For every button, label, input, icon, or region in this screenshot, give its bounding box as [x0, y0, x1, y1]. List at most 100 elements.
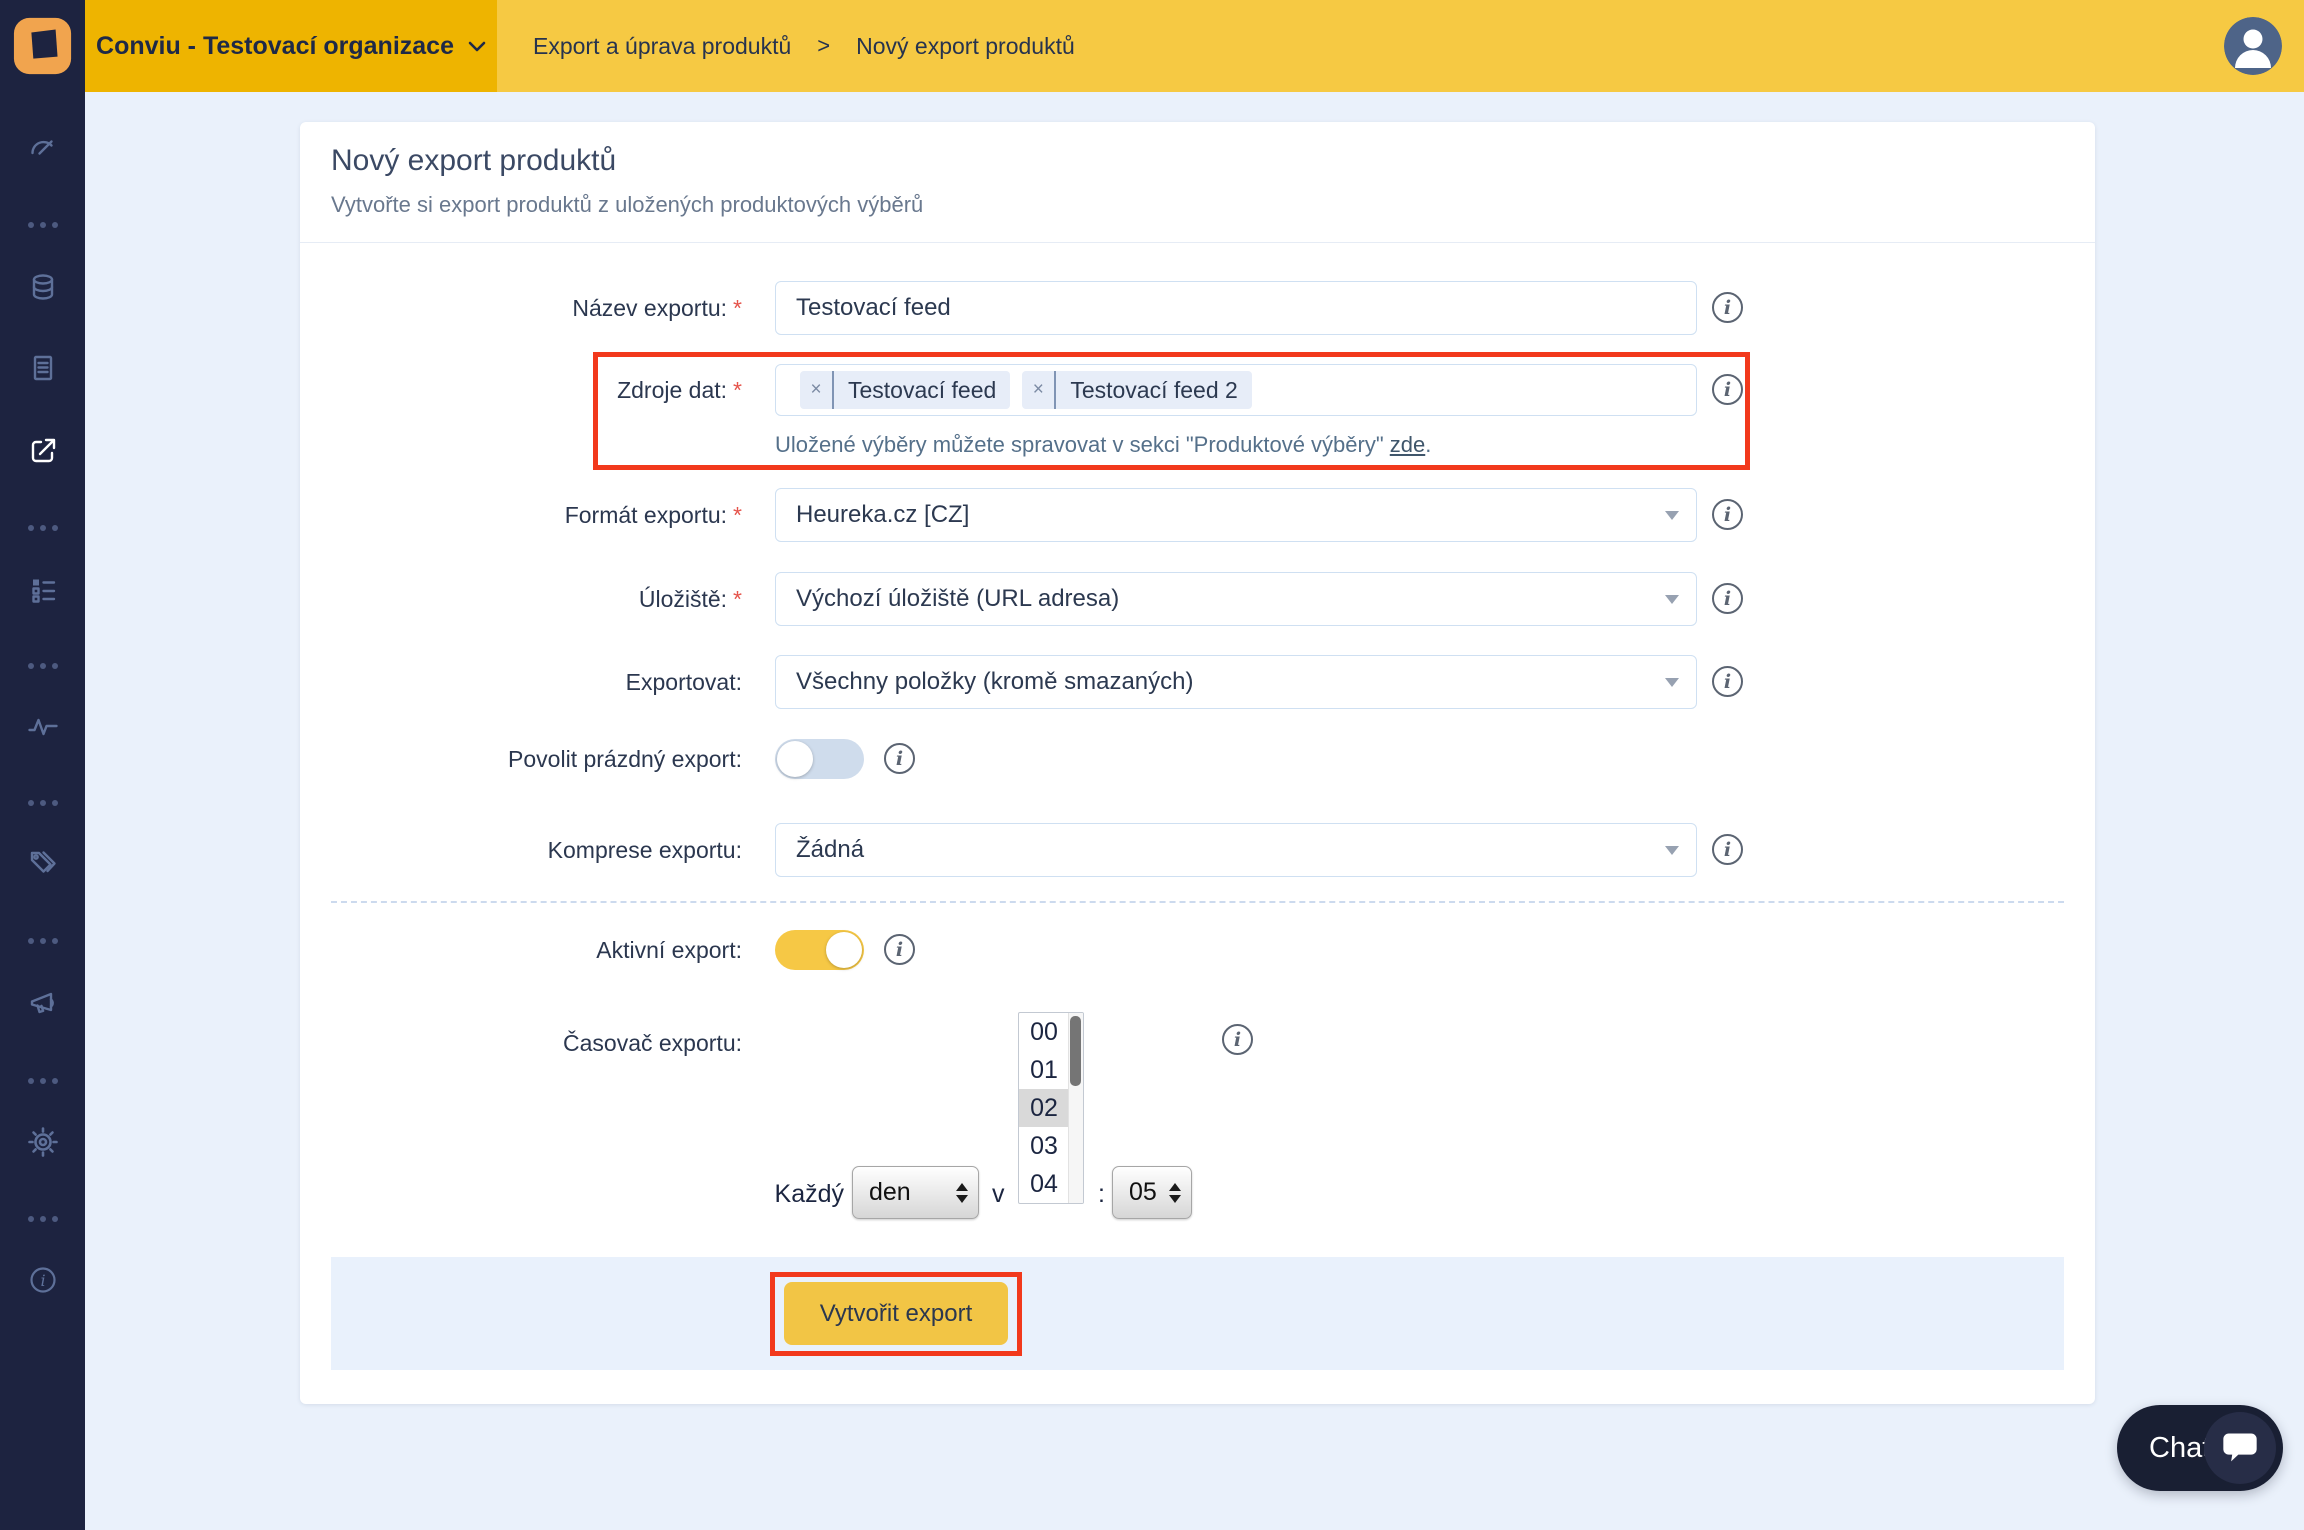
sidebar-item-documents[interactable] [0, 346, 85, 390]
chat-bubble-icon [2220, 1429, 2260, 1467]
section-divider [331, 901, 2064, 903]
label-nazev-exportu: Název exportu:* [342, 295, 742, 322]
remove-tag-icon[interactable]: × [1022, 371, 1054, 409]
share-export-icon [25, 433, 61, 469]
ellipsis-icon [28, 1216, 58, 1222]
info-icon[interactable]: i [884, 743, 915, 774]
chat-widget[interactable]: Chat [2117, 1405, 2283, 1491]
label-aktivni-export: Aktivní export: [342, 937, 742, 964]
info-icon[interactable]: i [1222, 1024, 1253, 1055]
label-exportovat: Exportovat: [342, 669, 742, 696]
sidebar-ellipsis [0, 203, 85, 247]
active-export-toggle[interactable] [775, 930, 864, 970]
database-icon [25, 269, 61, 305]
interval-select[interactable]: den [852, 1166, 979, 1219]
toggle-knob [777, 741, 813, 777]
listbox-scrollbar[interactable] [1068, 1013, 1083, 1203]
dropdown-caret-icon [1665, 846, 1679, 855]
breadcrumb-item-parent[interactable]: Export a úprava produktů [533, 33, 791, 60]
allow-empty-export-toggle[interactable] [775, 739, 864, 779]
sidebar-ellipsis [0, 1197, 85, 1241]
tags-icon [25, 846, 61, 882]
chevron-down-icon [468, 41, 486, 52]
scrollbar-thumb[interactable] [1070, 1016, 1081, 1086]
org-name: Conviu - Testovací organizace [96, 32, 454, 61]
sidebar-item-settings[interactable] [0, 1120, 85, 1164]
sidebar-item-export-active[interactable] [0, 429, 85, 473]
storage-select[interactable]: Výchozí úložiště (URL adresa) [775, 572, 1697, 626]
sidebar-item-selections[interactable] [0, 568, 85, 612]
hour-option[interactable]: 00 [1019, 1013, 1069, 1051]
megaphone-icon [25, 986, 61, 1022]
sidebar-ellipsis [0, 506, 85, 550]
user-avatar[interactable] [2224, 17, 2282, 75]
conviu-logo-icon [12, 15, 74, 77]
info-icon[interactable]: i [1712, 666, 1743, 697]
sidebar-item-info[interactable]: i [0, 1258, 85, 1302]
label-zdroje-dat: Zdroje dat:* [342, 377, 742, 404]
info-icon[interactable]: i [1712, 583, 1743, 614]
stepper-arrows-icon [956, 1183, 968, 1203]
info-icon[interactable]: i [1712, 499, 1743, 530]
sidebar-item-tags[interactable] [0, 842, 85, 886]
org-switcher[interactable]: Conviu - Testovací organizace [85, 0, 497, 92]
app-logo[interactable] [0, 0, 85, 92]
export-name-input[interactable] [775, 281, 1697, 335]
breadcrumb: Export a úprava produktů > Nový export p… [533, 33, 1075, 60]
dropdown-caret-icon [1665, 595, 1679, 604]
label-povolit-prazdny-export: Povolit prázdný export: [342, 746, 742, 773]
required-marker: * [733, 377, 742, 403]
tag-label: Testovací feed 2 [1056, 371, 1252, 409]
data-sources-note: Uložené výběry můžete spravovat v sekci … [775, 432, 1431, 458]
ellipsis-icon [28, 938, 58, 944]
breadcrumb-item-current: Nový export produktů [856, 33, 1075, 60]
sidebar-item-activity[interactable] [0, 705, 85, 749]
page-title: Nový export produktů [331, 144, 616, 178]
ellipsis-icon [28, 525, 58, 531]
info-icon[interactable]: i [884, 934, 915, 965]
export-format-select[interactable]: Heureka.cz [CZ] [775, 488, 1697, 542]
toggle-knob [826, 932, 862, 968]
ellipsis-icon [28, 663, 58, 669]
remove-tag-icon[interactable]: × [800, 371, 832, 409]
breadcrumb-separator: > [817, 33, 830, 59]
sidebar-ellipsis [0, 644, 85, 688]
sidebar-ellipsis [0, 1059, 85, 1103]
label-uloziste: Úložiště:* [342, 586, 742, 613]
create-export-button[interactable]: Vytvořit export [784, 1282, 1008, 1345]
chat-bubble-circle [2204, 1412, 2276, 1484]
page-subtitle: Vytvořte si export produktů z uložených … [331, 192, 923, 218]
minute-select[interactable]: 05 [1112, 1166, 1192, 1219]
tag-testovaci-feed-2: × Testovací feed 2 [1022, 371, 1252, 409]
export-items-select[interactable]: Všechny položky (kromě smazaných) [775, 655, 1697, 709]
label-komprese-exportu: Komprese exportu: [342, 837, 742, 864]
compression-select[interactable]: Žádná [775, 823, 1697, 877]
document-icon [25, 350, 61, 386]
top-bar: Conviu - Testovací organizace Export a ú… [85, 0, 2304, 92]
sidebar-item-data[interactable] [0, 265, 85, 309]
hour-option-selected[interactable]: 02 [1019, 1089, 1069, 1127]
info-icon[interactable]: i [1712, 834, 1743, 865]
dropdown-caret-icon [1665, 678, 1679, 687]
zde-link[interactable]: zde [1390, 432, 1425, 457]
sidebar-item-dashboard[interactable] [0, 126, 85, 170]
hour-option[interactable]: 04 [1019, 1165, 1069, 1203]
hour-option[interactable]: 01 [1019, 1051, 1069, 1089]
hour-listbox[interactable]: 00 01 02 03 04 [1018, 1012, 1084, 1204]
every-label: Každý [762, 1180, 844, 1209]
ellipsis-icon [28, 222, 58, 228]
data-sources-multiselect[interactable]: × Testovací feed × Testovací feed 2 [775, 364, 1697, 416]
tag-label: Testovací feed [834, 371, 1010, 409]
ellipsis-icon [28, 1078, 58, 1084]
info-icon[interactable]: i [1712, 374, 1743, 405]
dropdown-caret-icon [1665, 511, 1679, 520]
info-icon[interactable]: i [1712, 292, 1743, 323]
user-icon [2224, 17, 2282, 75]
hour-option[interactable]: 03 [1019, 1127, 1069, 1165]
sidebar-item-announcements[interactable] [0, 982, 85, 1026]
required-marker: * [733, 295, 742, 321]
label-casovac-exportu: Časovač exportu: [342, 1030, 742, 1057]
checklist-icon [25, 572, 61, 608]
required-marker: * [733, 502, 742, 528]
sidebar-ellipsis [0, 919, 85, 963]
